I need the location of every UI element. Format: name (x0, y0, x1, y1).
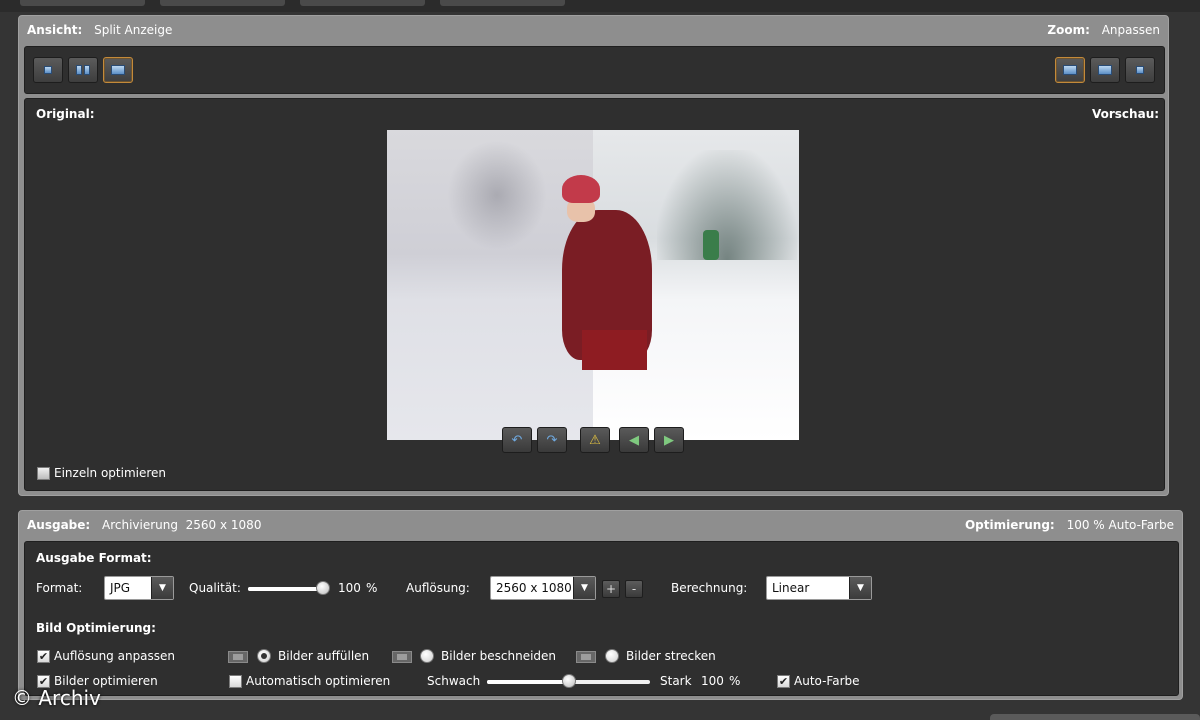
zoom-fit-button[interactable] (1055, 57, 1085, 83)
output-settings (24, 541, 1179, 696)
side-by-side-icon (76, 65, 82, 75)
top-tab[interactable] (160, 0, 285, 6)
automatisch-optimieren-label: Automatisch optimieren (246, 674, 391, 688)
crop-image-icon (392, 651, 412, 663)
ansicht-label: Ansicht: (27, 23, 83, 37)
berechnung-value: Linear (772, 581, 810, 595)
bilder-strecken-label: Bilder strecken (626, 649, 716, 663)
top-tab[interactable] (300, 0, 425, 6)
staerke-slider-thumb[interactable] (561, 674, 576, 688)
ausgabe-format-heading: Ausgabe Format: (36, 551, 152, 565)
single-view-button[interactable] (33, 57, 63, 83)
zoom-fit-icon (1063, 65, 1077, 75)
chevron-down-icon: ▼ (151, 577, 173, 599)
staerke-unit: % (729, 674, 741, 688)
top-tab[interactable] (440, 0, 565, 6)
top-tab-strip (0, 0, 1200, 12)
rotate-right-button[interactable]: ↷ (537, 427, 567, 453)
qualitaet-label: Qualität: (189, 581, 241, 595)
side-by-side-icon (84, 65, 90, 75)
chevron-down-icon: ▼ (849, 577, 871, 599)
child-legs (582, 330, 647, 370)
bild-optimierung-heading: Bild Optimierung: (36, 621, 156, 635)
vorschau-label: Vorschau: (1092, 107, 1160, 121)
fill-image-icon (228, 651, 248, 663)
previous-icon: ◀ (629, 432, 639, 448)
qualitaet-unit: % (366, 581, 378, 595)
remove-resolution-button[interactable]: - (625, 580, 643, 598)
berechnung-label: Berechnung: (671, 581, 748, 595)
staerke-value: 100 (701, 674, 724, 688)
qualitaet-slider-track[interactable] (248, 587, 323, 591)
ansicht-value[interactable]: Split Anzeige (94, 23, 172, 37)
warning-icon: ⚠ (589, 432, 601, 448)
bilder-strecken-radio[interactable] (605, 649, 619, 663)
stark-label: Stark (660, 674, 692, 688)
split-view-icon (111, 65, 125, 75)
top-tab[interactable] (20, 0, 145, 6)
rotate-left-icon: ↶ (511, 432, 523, 448)
einzeln-optimieren-checkbox[interactable] (37, 467, 50, 480)
format-select[interactable]: JPG ▼ (104, 576, 174, 600)
qualitaet-slider-thumb[interactable] (316, 581, 330, 595)
watermark: © Archiv (12, 686, 101, 710)
view-panel-header: Ansicht: Split Anzeige Zoom: Anpassen (19, 16, 1168, 44)
bilder-beschneiden-radio[interactable] (420, 649, 434, 663)
bilder-auffuellen-label: Bilder auffüllen (278, 649, 370, 663)
aufloesung-anpassen-checkbox[interactable]: ✔ (37, 650, 50, 663)
aufloesung-value: 2560 x 1080 (496, 581, 572, 595)
output-panel: Ausgabe: Archivierung 2560 x 1080 Optimi… (18, 510, 1183, 700)
bottom-action-button[interactable] (990, 714, 1200, 720)
forest (657, 150, 797, 260)
single-view-icon (44, 66, 52, 74)
bilder-auffuellen-radio[interactable] (257, 649, 271, 663)
zoom-label: Zoom: (1047, 23, 1090, 37)
background-person (703, 230, 719, 260)
view-toolbar (24, 46, 1165, 94)
warning-button[interactable]: ⚠ (580, 427, 610, 453)
original-label: Original: (36, 107, 95, 121)
preview-image[interactable] (387, 130, 799, 440)
format-value: JPG (110, 581, 131, 595)
qualitaet-slider-fill (248, 587, 323, 591)
add-resolution-button[interactable]: + (602, 580, 620, 598)
chevron-down-icon: ▼ (573, 577, 595, 599)
zoom-actual-button[interactable] (1125, 57, 1155, 83)
format-label: Format: (36, 581, 83, 595)
berechnung-select[interactable]: Linear ▼ (766, 576, 872, 600)
output-panel-header: Ausgabe: Archivierung 2560 x 1080 Optimi… (19, 511, 1182, 539)
ausgabe-value[interactable]: Archivierung 2560 x 1080 (102, 518, 261, 532)
zoom-value[interactable]: Anpassen (1102, 23, 1160, 37)
zoom-actual-icon (1136, 66, 1144, 74)
child-hat (562, 175, 600, 203)
next-image-button[interactable]: ▶ (654, 427, 684, 453)
automatisch-optimieren-checkbox[interactable] (229, 675, 242, 688)
einzeln-optimieren-label: Einzeln optimieren (54, 466, 167, 480)
auto-farbe-checkbox[interactable]: ✔ (777, 675, 790, 688)
aufloesung-label: Auflösung: (406, 581, 470, 595)
optimierung-value[interactable]: 100 % Auto-Farbe (1067, 518, 1174, 532)
aufloesung-select[interactable]: 2560 x 1080 ▼ (490, 576, 596, 600)
next-icon: ▶ (664, 432, 674, 448)
rotate-left-button[interactable]: ↶ (502, 427, 532, 453)
auto-farbe-label: Auto-Farbe (794, 674, 860, 688)
stretch-image-icon (576, 651, 596, 663)
schwach-label: Schwach (427, 674, 481, 688)
aufloesung-anpassen-label: Auflösung anpassen (54, 649, 176, 663)
ausgabe-label: Ausgabe: (27, 518, 91, 532)
optimierung-label: Optimierung: (964, 518, 1055, 532)
qualitaet-value: 100 (338, 581, 361, 595)
zoom-width-icon (1098, 65, 1112, 75)
rotate-right-icon: ↷ (546, 432, 558, 448)
zoom-width-button[interactable] (1090, 57, 1120, 83)
side-by-side-button[interactable] (68, 57, 98, 83)
staerke-slider-fill (487, 680, 569, 684)
bilder-beschneiden-label: Bilder beschneiden (441, 649, 557, 663)
previous-image-button[interactable]: ◀ (619, 427, 649, 453)
trees (447, 140, 547, 250)
split-view-button[interactable] (103, 57, 133, 83)
